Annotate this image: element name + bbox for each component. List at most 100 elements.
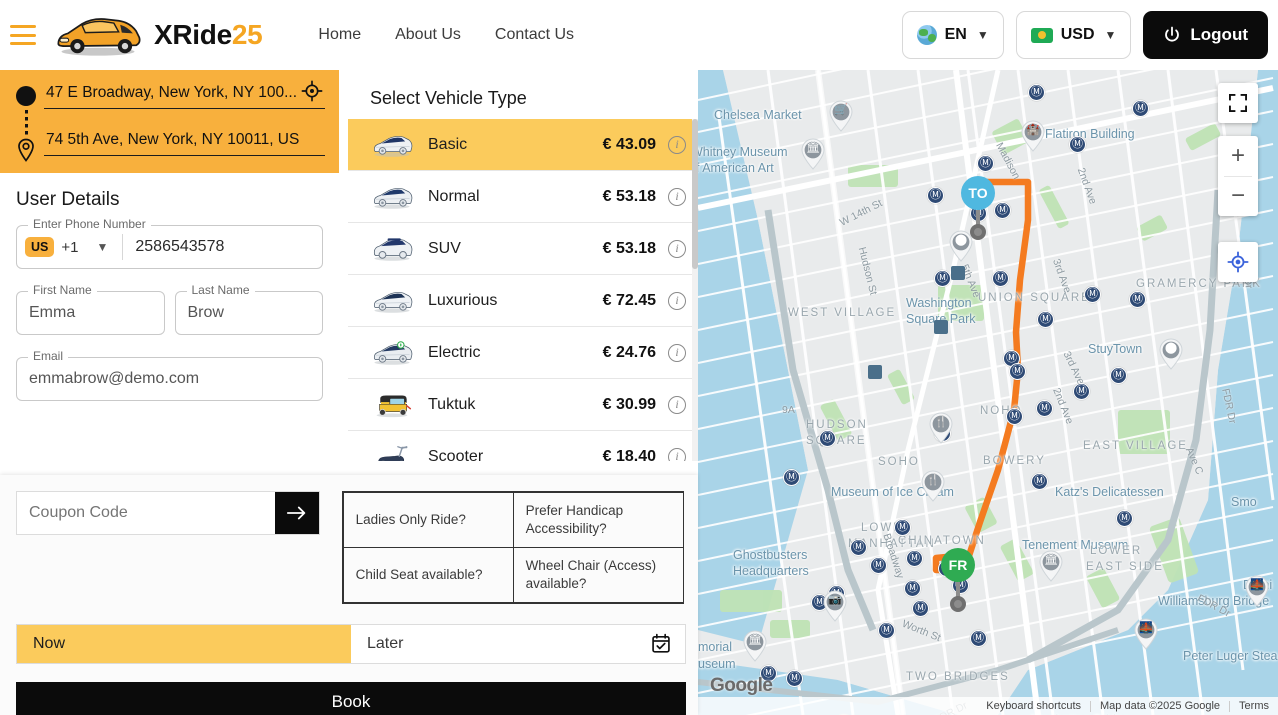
map-poi-label[interactable]: Ghostbusters [733,548,807,562]
map-my-location-button[interactable] [1218,242,1258,282]
museum-pin-icon[interactable]: 🏛 [800,138,826,170]
last-name-field[interactable]: Last Name [174,283,323,335]
map-poi-label[interactable]: morial [698,640,732,654]
metro-station-icon[interactable] [1006,407,1023,425]
map-poi-label[interactable]: Smo [1231,495,1257,509]
logout-button[interactable]: Logout [1143,11,1268,59]
metro-station-icon[interactable] [1132,99,1149,117]
metro-station-icon[interactable] [927,186,944,204]
metro-station-icon[interactable] [906,549,923,567]
option-child-seat[interactable]: Child Seat available? [342,546,514,604]
transit-badge-icon[interactable] [934,320,948,334]
metro-station-icon[interactable] [912,599,929,617]
language-selector[interactable]: EN ▼ [901,11,1004,59]
chevron-down-icon[interactable]: ▼ [96,240,108,254]
shopping-pin-icon[interactable]: 🛒 [828,100,854,132]
scrollbar-thumb[interactable] [692,119,698,269]
metro-station-icon[interactable] [850,538,867,556]
metro-station-icon[interactable] [1110,366,1127,384]
map-fullscreen-button[interactable] [1218,83,1258,123]
phone-field[interactable]: Enter Phone Number US +1 ▼ 2586543578 [16,217,323,269]
map-poi-label[interactable]: Chelsea Market [714,108,802,122]
when-now-tab[interactable]: Now [17,624,351,663]
metro-station-icon[interactable] [1037,310,1054,328]
option-ladies-only[interactable]: Ladies Only Ride? [342,491,514,548]
nav-link-contact-us[interactable]: Contact Us [495,26,574,44]
metro-station-icon[interactable] [1116,509,1133,527]
metro-station-icon[interactable] [1129,290,1146,308]
photo-pin-icon[interactable]: 📷 [822,590,848,622]
map-poi-label[interactable]: Whitney Museum [698,145,788,159]
info-icon[interactable]: i [668,239,686,258]
museum-pin-icon[interactable]: 🏛 [1038,550,1064,582]
when-later-tab[interactable]: Later [351,624,685,663]
map-poi-label[interactable]: Washington [906,296,972,310]
vehicle-row-tuktuk[interactable]: Tuktuk € 30.99 i [348,378,696,431]
metro-station-icon[interactable] [1069,135,1086,153]
pickup-input[interactable] [44,84,325,109]
hamburger-icon[interactable] [10,25,36,45]
terms-link[interactable]: Terms [1230,700,1278,712]
map-zoom-out-button[interactable]: − [1218,176,1258,216]
crosshair-icon[interactable] [301,80,323,102]
metro-station-icon[interactable] [934,269,951,287]
info-icon[interactable]: i [668,343,686,362]
book-button[interactable]: Book [16,681,686,715]
metro-station-icon[interactable] [1084,285,1101,303]
restaurant-pin-icon[interactable]: 🍴 [920,470,946,502]
bridge-pin-icon[interactable]: 🌉 [1244,575,1270,607]
metro-station-icon[interactable] [894,518,911,536]
metro-station-icon[interactable] [977,154,994,172]
first-name-input[interactable] [17,303,164,323]
info-icon[interactable]: i [668,135,686,154]
info-icon[interactable]: i [668,291,686,310]
metro-station-icon[interactable] [870,556,887,574]
bridge-pin-icon[interactable]: 🌉 [1133,618,1159,650]
dropoff-marker[interactable]: TO [961,176,995,240]
option-handicap-accessibility[interactable]: Prefer Handicap Accessibility? [512,491,684,548]
map-poi-label[interactable]: Peter Luger Stea [1183,649,1278,663]
pickup-marker[interactable]: FR [941,548,975,612]
vehicle-list[interactable]: Basic € 43.09 i Normal € 53.18 i SUV € 5… [348,119,698,461]
museum-pin-icon[interactable]: 🏛 [742,630,768,662]
map-poi-label[interactable]: of American Art [698,161,774,175]
metro-station-icon[interactable] [1009,362,1026,380]
apply-coupon-button[interactable] [275,492,320,534]
restaurant-pin-icon[interactable]: 🍴 [928,412,954,444]
phone-value[interactable]: 2586543578 [135,238,224,256]
metro-station-icon[interactable] [783,468,800,486]
metro-station-icon[interactable] [904,579,921,597]
nav-link-about-us[interactable]: About Us [395,26,461,44]
metro-station-icon[interactable] [819,429,836,447]
map-poi-label[interactable]: Katz's Delicatessen [1055,485,1164,499]
dropoff-input[interactable] [44,131,325,156]
vehicle-row-luxurious[interactable]: Luxurious € 72.45 i [348,274,696,327]
transit-badge-icon[interactable] [951,266,965,280]
metro-station-icon[interactable] [878,621,895,639]
vehicle-row-normal[interactable]: Normal € 53.18 i [348,170,696,223]
brand-logo[interactable]: XRide25 [50,12,263,58]
vehicle-row-suv[interactable]: SUV € 53.18 i [348,222,696,275]
vehicle-list-scrollbar[interactable] [692,119,698,461]
info-icon[interactable]: i [668,187,686,206]
map-view[interactable]: Chelsea Market Whitney Museum of American … [698,70,1278,715]
map-poi-label[interactable]: StuyTown [1088,342,1142,356]
currency-selector[interactable]: USD ▼ [1015,11,1132,59]
first-name-field[interactable]: First Name [16,283,165,335]
landmark-pin-icon[interactable]: 🏰 [1020,120,1046,152]
metro-station-icon[interactable] [992,269,1009,287]
info-icon[interactable]: i [668,395,686,414]
metro-station-icon[interactable] [1036,399,1053,417]
last-name-input[interactable] [175,303,322,323]
metro-station-icon[interactable] [994,201,1011,219]
coupon-input[interactable] [17,503,257,523]
metro-station-icon[interactable] [1073,382,1090,400]
vehicle-row-scooter[interactable]: Scooter € 18.40 i [348,430,696,461]
transit-badge-icon[interactable] [868,365,882,379]
keyboard-shortcuts-link[interactable]: Keyboard shortcuts [977,700,1090,712]
map-zoom-in-button[interactable]: + [1218,136,1258,176]
map-poi-label[interactable]: Headquarters [733,564,809,578]
nav-link-home[interactable]: Home [318,26,361,44]
email-input[interactable] [17,369,322,389]
place-pin-icon[interactable]: ⬤ [1158,338,1184,370]
